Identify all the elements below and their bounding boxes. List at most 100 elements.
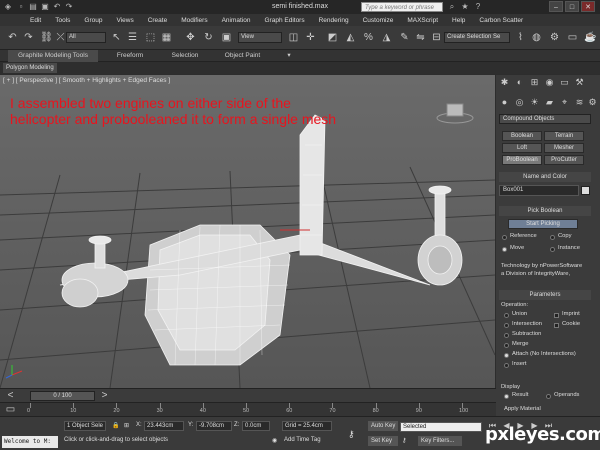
utilities-tab-icon[interactable]: ⚒ xyxy=(574,77,585,88)
percent-snap-icon[interactable]: % xyxy=(362,31,375,44)
space-warps-icon[interactable]: ≋ xyxy=(574,97,585,108)
geometry-icon[interactable]: ● xyxy=(499,97,510,108)
spinner-snap-icon[interactable]: ◮ xyxy=(380,31,393,44)
instance-radio[interactable] xyxy=(550,247,555,252)
name-color-rollout[interactable]: Name and Color xyxy=(499,172,591,182)
intersection-radio[interactable] xyxy=(504,323,509,328)
auto-key-button[interactable]: Auto Key xyxy=(368,421,398,431)
cookie-checkbox[interactable] xyxy=(554,323,559,328)
tab-selection[interactable]: Selection xyxy=(165,50,205,62)
start-picking-button[interactable]: Start Picking xyxy=(508,219,578,229)
shapes-icon[interactable]: ◎ xyxy=(514,97,525,108)
display-result-radio[interactable] xyxy=(504,394,509,399)
communication-center-icon[interactable]: ★ xyxy=(460,2,470,12)
menu-edit[interactable]: Edit xyxy=(30,17,41,24)
union-radio[interactable] xyxy=(504,313,509,318)
rectangular-selection-icon[interactable]: ⬚ xyxy=(144,31,157,44)
reference-radio[interactable] xyxy=(502,235,507,240)
category-dropdown[interactable]: Compound Objects xyxy=(499,114,591,124)
material-editor-icon[interactable]: ◍ xyxy=(530,31,543,44)
render-setup-icon[interactable]: ⚙ xyxy=(548,31,561,44)
attach-radio[interactable] xyxy=(504,353,509,358)
open-mini-curve-editor-icon[interactable]: ▭ xyxy=(4,403,17,416)
key-icon[interactable]: ⚷ xyxy=(402,437,406,444)
menu-group[interactable]: Group xyxy=(84,17,102,24)
set-key-button[interactable]: Set Key xyxy=(368,436,398,446)
minimize-button[interactable]: – xyxy=(549,1,563,12)
modify-tab-icon[interactable]: ◐ xyxy=(514,77,525,88)
y-coordinate-field[interactable]: -9.708cm xyxy=(196,421,232,431)
search-input[interactable]: Type a keyword or phrase xyxy=(361,2,443,12)
boolean-button[interactable]: Boolean xyxy=(502,131,542,141)
tab-object-paint[interactable]: Object Paint xyxy=(215,50,270,62)
pick-boolean-rollout[interactable]: Pick Boolean xyxy=(499,206,591,216)
maxscript-listener[interactable]: Welcome to M: xyxy=(2,436,58,448)
selection-filter-dropdown[interactable]: All xyxy=(66,32,106,43)
terrain-button[interactable]: Terrain xyxy=(544,131,584,141)
menu-animation[interactable]: Animation xyxy=(222,17,251,24)
copy-radio[interactable] xyxy=(550,235,555,240)
key-filters-button[interactable]: Key Filters... xyxy=(418,436,462,446)
undo-icon[interactable]: ↶ xyxy=(6,31,19,44)
help-icon[interactable]: ? xyxy=(473,2,483,12)
named-selection-dropdown[interactable]: Create Selection Se xyxy=(444,32,510,43)
close-button[interactable]: ✕ xyxy=(581,1,595,12)
systems-icon[interactable]: ⚙ xyxy=(587,97,598,108)
object-color-swatch[interactable] xyxy=(581,186,590,195)
scale-icon[interactable]: ▣ xyxy=(220,31,233,44)
cameras-icon[interactable]: ▰ xyxy=(544,97,555,108)
proboolean-button[interactable]: ProBoolean xyxy=(502,155,542,165)
create-tab-icon[interactable]: ✱ xyxy=(499,77,510,88)
tab-graphite-modeling-tools[interactable]: Graphite Modeling Tools xyxy=(8,50,98,62)
loft-button[interactable]: Loft xyxy=(502,143,542,153)
menu-help[interactable]: Help xyxy=(452,17,465,24)
menu-carbon-scatter[interactable]: Carbon Scatter xyxy=(479,17,523,24)
mesher-button[interactable]: Mesher xyxy=(544,143,584,153)
menu-graph-editors[interactable]: Graph Editors xyxy=(265,17,305,24)
reference-coordinate-dropdown[interactable]: View xyxy=(238,32,282,43)
menu-create[interactable]: Create xyxy=(148,17,168,24)
add-time-tag[interactable]: Add Time Tag xyxy=(284,437,321,443)
motion-tab-icon[interactable]: ◉ xyxy=(544,77,555,88)
align-icon[interactable]: ⊟ xyxy=(430,31,443,44)
select-by-name-icon[interactable]: ☰ xyxy=(126,31,139,44)
edit-named-selection-icon[interactable]: ✎ xyxy=(398,31,411,44)
angle-snap-icon[interactable]: ◭ xyxy=(344,31,357,44)
hierarchy-tab-icon[interactable]: ⊞ xyxy=(529,77,540,88)
lights-icon[interactable]: ☀ xyxy=(529,97,540,108)
mirror-icon[interactable]: ⇋ xyxy=(414,31,427,44)
perspective-viewport[interactable]: [ + ] [ Perspective ] [ Smooth + Highlig… xyxy=(0,75,495,388)
key-mode-dropdown[interactable]: Selected xyxy=(400,422,482,432)
menu-rendering[interactable]: Rendering xyxy=(319,17,349,24)
track-bar[interactable]: ▭ 0 10 20 30 40 50 60 70 80 90 100 xyxy=(0,402,496,416)
link-icon[interactable]: ⛓ xyxy=(40,31,53,44)
window-crossing-icon[interactable]: ▦ xyxy=(160,31,173,44)
menu-views[interactable]: Views xyxy=(116,17,133,24)
procutter-button[interactable]: ProCutter xyxy=(544,155,584,165)
time-slider[interactable]: 0 / 100 xyxy=(30,391,95,401)
parameters-rollout[interactable]: Parameters xyxy=(499,290,591,300)
x-coordinate-field[interactable]: 23.443cm xyxy=(144,421,184,431)
merge-radio[interactable] xyxy=(504,343,509,348)
search-icon[interactable]: ⌕ xyxy=(447,2,457,12)
lock-selection-icon[interactable]: 🔒 xyxy=(112,422,119,429)
tab-freeform[interactable]: Freeform xyxy=(105,50,155,62)
subtraction-radio[interactable] xyxy=(504,333,509,338)
render-icon[interactable]: ☕ xyxy=(584,31,597,44)
move-icon[interactable]: ✥ xyxy=(184,31,197,44)
rotate-icon[interactable]: ↻ xyxy=(202,31,215,44)
render-frame-icon[interactable]: ▭ xyxy=(566,31,579,44)
maximize-button[interactable]: □ xyxy=(565,1,579,12)
absolute-mode-icon[interactable]: ⊞ xyxy=(124,422,129,429)
time-tag-icon[interactable]: ◉ xyxy=(272,437,277,444)
menu-customize[interactable]: Customize xyxy=(363,17,394,24)
viewport-label[interactable]: [ + ] [ Perspective ] [ Smooth + Highlig… xyxy=(3,77,170,84)
pivot-icon[interactable]: ◫ xyxy=(287,31,300,44)
redo-icon[interactable]: ↷ xyxy=(22,31,35,44)
next-frame-icon[interactable]: > xyxy=(98,389,111,402)
imprint-checkbox[interactable] xyxy=(554,313,559,318)
select-object-icon[interactable]: ↖ xyxy=(110,31,123,44)
polygon-modeling-panel[interactable]: Polygon Modeling xyxy=(3,63,57,73)
snaps-toggle-icon[interactable]: ◩ xyxy=(326,31,339,44)
display-operands-radio[interactable] xyxy=(546,394,551,399)
